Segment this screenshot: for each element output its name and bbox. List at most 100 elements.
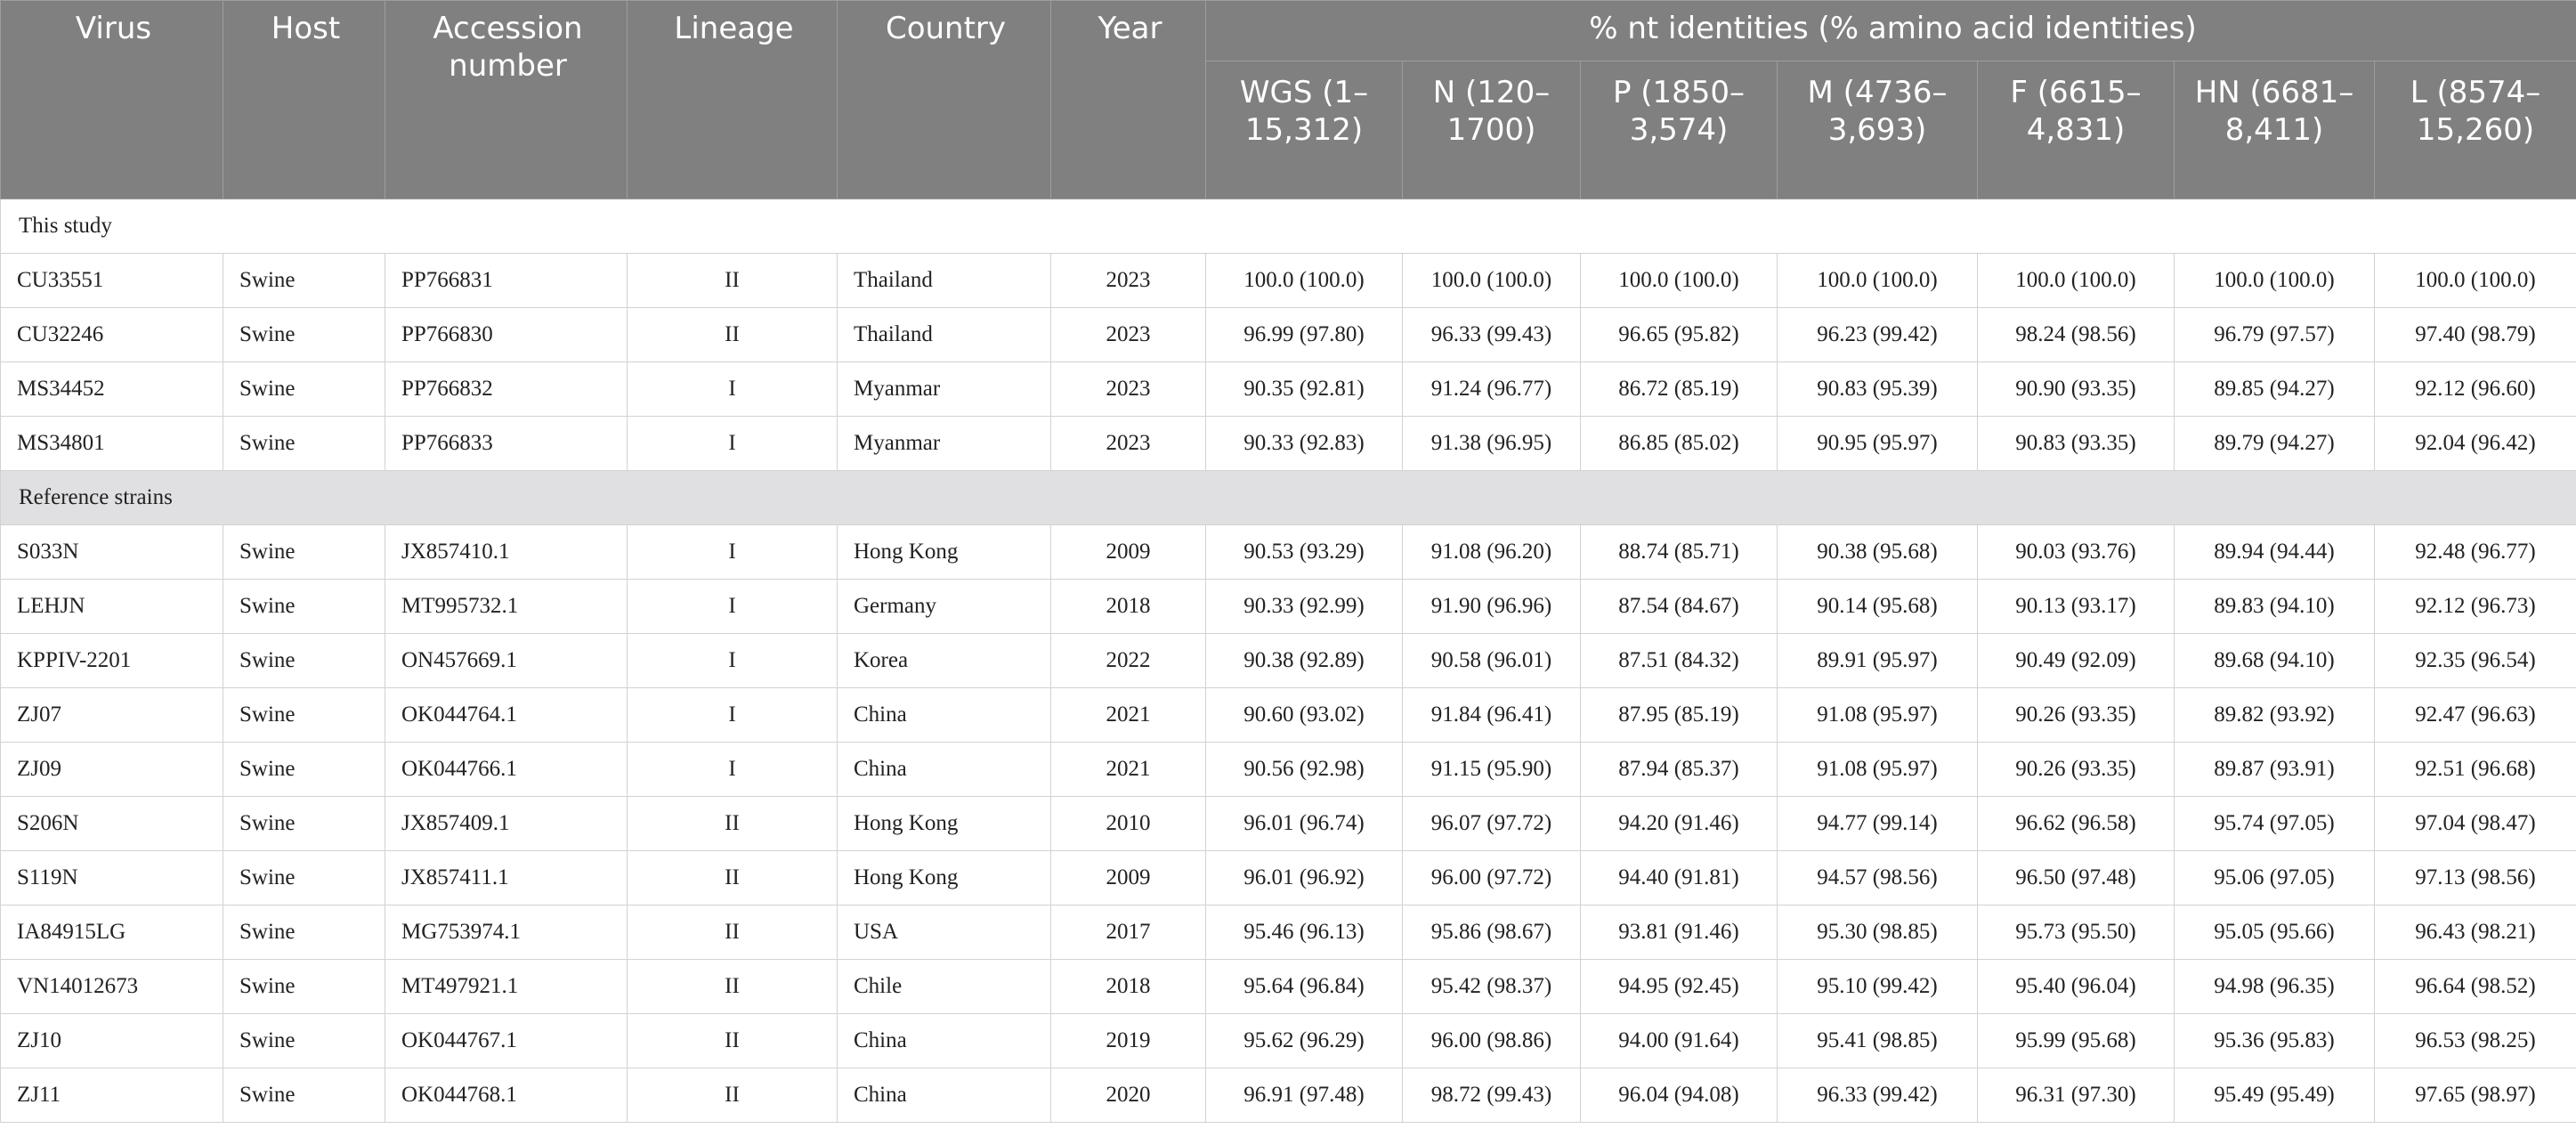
cell-p: 94.40 (91.81) <box>1580 850 1778 905</box>
cell-hn: 89.85 (94.27) <box>2174 361 2375 417</box>
cell-m: 90.95 (95.97) <box>1777 416 1978 471</box>
cell-lineage: II <box>627 796 838 851</box>
cell-f: 96.31 (97.30) <box>1977 1068 2175 1123</box>
cell-hn: 100.0 (100.0) <box>2174 253 2375 308</box>
cell-f: 95.99 (95.68) <box>1977 1013 2175 1068</box>
cell-virus: ZJ07 <box>0 687 223 743</box>
cell-year: 2009 <box>1050 850 1206 905</box>
cell-wgs: 96.01 (96.92) <box>1205 850 1403 905</box>
cell-host: Swine <box>223 361 385 417</box>
cell-hn: 96.79 (97.57) <box>2174 307 2375 362</box>
cell-wgs: 90.53 (93.29) <box>1205 524 1403 580</box>
cell-lineage: I <box>627 524 838 580</box>
cell-wgs: 90.33 (92.99) <box>1205 579 1403 634</box>
cell-n: 96.07 (97.72) <box>1402 796 1581 851</box>
cell-n: 96.00 (97.72) <box>1402 850 1581 905</box>
cell-virus: VN14012673 <box>0 959 223 1014</box>
cell-l: 97.13 (98.56) <box>2373 850 2576 905</box>
cell-accession: MT497921.1 <box>385 959 628 1014</box>
cell-year: 2023 <box>1050 361 1206 417</box>
table-header: Virus Host Accession number Lineage Coun… <box>0 0 2576 199</box>
cell-f: 95.73 (95.50) <box>1977 905 2175 960</box>
cell-country: Chile <box>837 959 1051 1014</box>
cell-n: 95.86 (98.67) <box>1402 905 1581 960</box>
cell-n: 91.38 (96.95) <box>1402 416 1581 471</box>
col-header-identities: % nt identities (% amino acid identities… <box>1204 0 2576 61</box>
cell-f: 90.49 (92.09) <box>1977 633 2175 688</box>
cell-f: 90.26 (93.35) <box>1977 742 2175 797</box>
cell-year: 2021 <box>1050 742 1206 797</box>
table-row: VN14012673 Swine MT497921.1 II Chile 2018 95.6… <box>0 959 2576 1014</box>
cell-accession: OK044767.1 <box>385 1013 628 1068</box>
identity-table: Virus Host Accession number Lineage Coun… <box>0 0 2576 1123</box>
cell-hn: 89.79 (94.27) <box>2174 416 2375 471</box>
cell-country: Korea <box>837 633 1051 688</box>
cell-n: 96.33 (99.43) <box>1402 307 1581 362</box>
cell-accession: MG753974.1 <box>385 905 628 960</box>
cell-lineage: II <box>627 959 838 1014</box>
table-row: S206N Swine JX857409.1 II Hong Kong 2010 96.01… <box>0 796 2576 851</box>
cell-f: 90.83 (93.35) <box>1977 416 2175 471</box>
cell-l: 92.47 (96.63) <box>2373 687 2576 743</box>
cell-hn: 95.49 (95.49) <box>2174 1068 2375 1123</box>
cell-m: 100.0 (100.0) <box>1777 253 1978 308</box>
cell-p: 86.72 (85.19) <box>1580 361 1778 417</box>
cell-virus: S033N <box>0 524 223 580</box>
cell-virus: ZJ10 <box>0 1013 223 1068</box>
cell-virus: CU33551 <box>0 253 223 308</box>
cell-virus: ZJ09 <box>0 742 223 797</box>
cell-host: Swine <box>223 742 385 797</box>
cell-n: 91.84 (96.41) <box>1402 687 1581 743</box>
cell-m: 95.10 (99.42) <box>1777 959 1978 1014</box>
cell-year: 2021 <box>1050 687 1206 743</box>
cell-hn: 89.68 (94.10) <box>2174 633 2375 688</box>
cell-country: Thailand <box>837 307 1051 362</box>
cell-lineage: I <box>627 416 838 471</box>
table-row: MS34801 Swine PP766833 I Myanmar 2023 90.33 (9… <box>0 416 2576 471</box>
cell-p: 86.85 (85.02) <box>1580 416 1778 471</box>
cell-host: Swine <box>223 307 385 362</box>
cell-country: China <box>837 742 1051 797</box>
cell-n: 91.08 (96.20) <box>1402 524 1581 580</box>
cell-l: 96.53 (98.25) <box>2373 1013 2576 1068</box>
cell-host: Swine <box>223 253 385 308</box>
cell-accession: PP766833 <box>385 416 628 471</box>
cell-p: 87.95 (85.19) <box>1580 687 1778 743</box>
cell-m: 90.38 (95.68) <box>1777 524 1978 580</box>
col-header-wgs: WGS (1–15,312) <box>1205 61 1403 199</box>
cell-f: 90.90 (93.35) <box>1977 361 2175 417</box>
cell-country: Hong Kong <box>837 796 1051 851</box>
cell-wgs: 96.01 (96.74) <box>1205 796 1403 851</box>
table-body: This study CU33551 Swine PP766831 II Thailan… <box>0 199 2576 1123</box>
cell-country: China <box>837 1013 1051 1068</box>
cell-hn: 95.05 (95.66) <box>2174 905 2375 960</box>
cell-wgs: 100.0 (100.0) <box>1205 253 1403 308</box>
cell-lineage: II <box>627 850 838 905</box>
cell-hn: 95.06 (97.05) <box>2174 850 2375 905</box>
cell-country: Myanmar <box>837 361 1051 417</box>
cell-m: 96.33 (99.42) <box>1777 1068 1978 1123</box>
cell-accession: JX857410.1 <box>385 524 628 580</box>
cell-virus: ZJ11 <box>0 1068 223 1123</box>
cell-accession: PP766830 <box>385 307 628 362</box>
cell-lineage: II <box>627 1068 838 1123</box>
cell-host: Swine <box>223 633 385 688</box>
cell-l: 92.04 (96.42) <box>2373 416 2576 471</box>
cell-f: 95.40 (96.04) <box>1977 959 2175 1014</box>
cell-p: 87.51 (84.32) <box>1580 633 1778 688</box>
table-row: IA84915LG Swine MG753974.1 II USA 2017 95.46 (… <box>0 905 2576 960</box>
cell-country: China <box>837 1068 1051 1123</box>
section-row-reference-strains: Reference strains <box>0 470 2576 525</box>
cell-host: Swine <box>223 796 385 851</box>
cell-lineage: I <box>627 742 838 797</box>
cell-p: 87.54 (84.67) <box>1580 579 1778 634</box>
cell-lineage: II <box>627 253 838 308</box>
cell-wgs: 95.46 (96.13) <box>1205 905 1403 960</box>
cell-lineage: II <box>627 307 838 362</box>
cell-m: 91.08 (95.97) <box>1777 687 1978 743</box>
cell-n: 95.42 (98.37) <box>1402 959 1581 1014</box>
cell-year: 2023 <box>1050 416 1206 471</box>
col-header-l: L (8574–15,260) <box>2373 61 2576 199</box>
cell-host: Swine <box>223 959 385 1014</box>
cell-n: 96.00 (98.86) <box>1402 1013 1581 1068</box>
